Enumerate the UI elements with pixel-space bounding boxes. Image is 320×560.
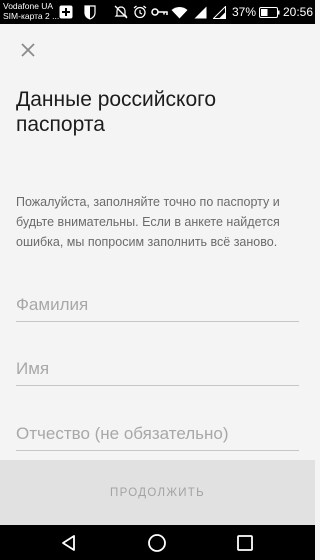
shield-icon [82, 4, 98, 20]
battery-percent: 37% [232, 5, 257, 19]
page-title: Данные российского паспорта [16, 88, 217, 136]
signal-icon [193, 4, 207, 20]
sim-label: SIM-карта 2 ... [3, 11, 60, 21]
name-field-container [16, 352, 299, 386]
alarm-icon [132, 4, 148, 20]
wifi-icon [170, 4, 188, 20]
status-bar: Vodafone UA SIM-карта 2 ... 37% 20:56 [0, 0, 315, 24]
surname-field-container [16, 288, 299, 322]
patronymic-field-container [16, 417, 299, 451]
name-input[interactable] [16, 352, 299, 385]
surname-input[interactable] [16, 288, 299, 321]
add-notification-icon [58, 4, 74, 20]
battery-icon [258, 4, 280, 20]
carrier-name: Vodafone UA [3, 1, 54, 11]
app-screen: Vodafone UA SIM-карта 2 ... 37% 20:56 Да… [0, 0, 315, 560]
clock: 20:56 [283, 5, 314, 19]
continue-button[interactable]: ПРОДОЛЖИТЬ [0, 460, 315, 525]
key-icon [150, 4, 168, 20]
home-icon[interactable] [145, 531, 169, 555]
signal-icon [212, 4, 226, 20]
patronymic-input[interactable] [16, 417, 299, 450]
close-button[interactable] [14, 38, 42, 66]
back-icon[interactable] [57, 531, 81, 555]
carrier-info: Vodafone UA SIM-карта 2 ... [3, 1, 59, 21]
instructions-text: Пожалуйста, заполняйте точно по паспорту… [16, 195, 280, 249]
navigation-bar [0, 525, 315, 560]
recents-icon[interactable] [233, 531, 257, 555]
close-icon [21, 42, 35, 62]
mute-icon [113, 4, 129, 20]
